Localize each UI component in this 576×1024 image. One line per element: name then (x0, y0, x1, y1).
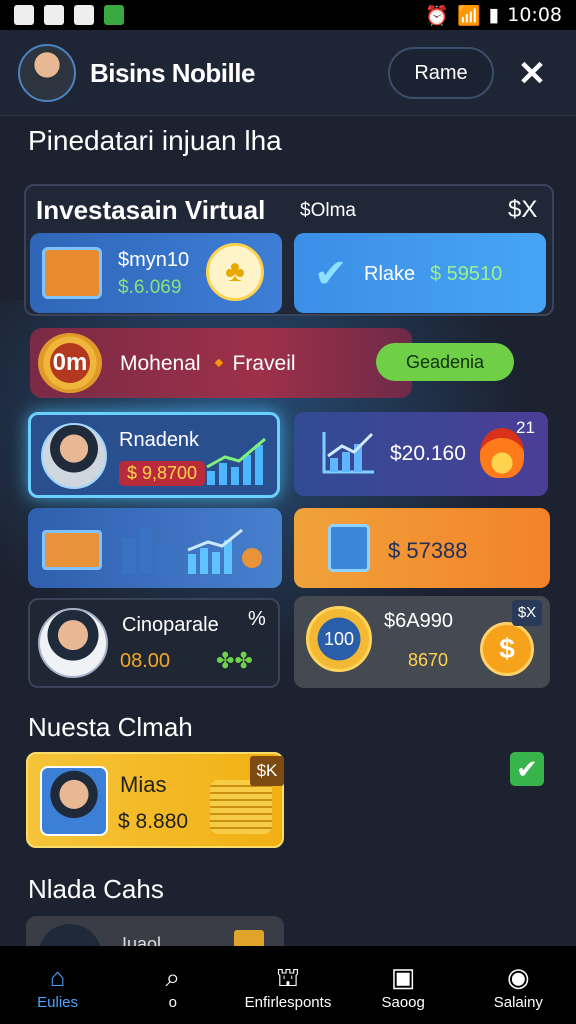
card-value: $ 59510 (430, 263, 503, 285)
investment-card-2[interactable]: ✔ Rlake $ 59510 (294, 233, 546, 313)
search-icon: ⌕ (165, 961, 181, 992)
banner-button[interactable]: Geadenia (376, 343, 514, 381)
notification-icon (14, 5, 34, 25)
home-icon: ⌂ (49, 961, 66, 992)
tile-amount: $6A990 (384, 610, 453, 632)
banner-title: Mohenal 🔸Fraveil (120, 352, 296, 375)
growth-chart-icon (206, 437, 266, 485)
panel-right-label[interactable]: $X (508, 196, 537, 224)
market-icon: ⛫ (276, 961, 300, 992)
nav-search[interactable]: ⌕ o (118, 960, 228, 1011)
nav-label: Saoog (381, 993, 425, 1011)
coin-tile[interactable]: 100 $6A990 8670 $ $X (294, 596, 550, 688)
chart-icon: ▣ (390, 961, 416, 992)
coin-icon: ♣ (206, 243, 264, 301)
card-label: Rlake (364, 263, 416, 285)
investment-card-1[interactable]: $myn10 $.6.069 ♣ (30, 233, 282, 313)
tile-amount: $ 57388 (388, 538, 468, 563)
avatar[interactable] (18, 44, 76, 102)
dollar-coin-icon: $ (480, 622, 534, 676)
avatar (38, 608, 108, 678)
mail-icon (74, 5, 94, 25)
user-tile[interactable]: Cinoparale % 08.00 ✤✤ (28, 598, 280, 688)
card-name: Mias (120, 772, 167, 797)
nav-label: o (168, 993, 177, 1011)
section-title: Nlada Cahs (28, 874, 164, 904)
bar-chart-icon (322, 432, 374, 474)
featured-card[interactable]: Mias $ 8.880 $K (26, 752, 284, 848)
card-label: $myn10 (118, 249, 190, 271)
avatar (41, 423, 107, 489)
briefcase-icon (42, 247, 102, 299)
tile-value: $ 9,8700 (119, 461, 206, 486)
wallet-icon (42, 530, 102, 570)
wifi-icon: 📶 (457, 4, 481, 27)
coin-stack-icon (210, 780, 272, 834)
image-icon (44, 5, 64, 25)
nav-label: Eulies (37, 993, 79, 1011)
panel-subtitle: $Olma (300, 200, 356, 221)
city-chart-icon (122, 528, 262, 574)
card-value: $ 8.880 (118, 810, 189, 833)
check-arrow-icon: ✔ (314, 252, 348, 296)
nav-label: Enfirlesponts (244, 993, 332, 1011)
nav-home[interactable]: ⌂ Eulies (3, 960, 113, 1011)
header-button[interactable]: Rame (388, 47, 494, 99)
tile-amount: $20.160 (390, 442, 466, 465)
tile-name: Cinoparale (122, 614, 219, 636)
document-icon (328, 524, 370, 572)
nav-stats[interactable]: ▣ Saoog (348, 960, 458, 1011)
avatar (40, 766, 108, 836)
medal-icon: 0m (38, 333, 102, 393)
status-time: 10:08 (507, 4, 562, 26)
clover-icon: ✤✤ (216, 648, 253, 673)
bottom-nav: ⌂ Eulies ⌕ o ⛫ Enfirlesponts ▣ Saoog ◉ S… (0, 946, 576, 1024)
profile-tile[interactable]: Rnadenk $ 9,8700 (28, 412, 280, 498)
coin-icon: 100 (306, 606, 372, 672)
status-bar: ⏰ 📶 ▮ 10:08 (0, 0, 576, 30)
app-header: Bisins Nobille Rame ✕ (0, 30, 576, 116)
stats-tile[interactable]: $20.160 21 (294, 412, 548, 496)
tile-badge: $X (512, 600, 542, 626)
app-title: Bisins Nobille (90, 58, 255, 88)
card-value: $.6.069 (118, 277, 182, 298)
alarm-icon: ⏰ (425, 4, 450, 27)
nav-profile[interactable]: ◉ Salainy (463, 960, 573, 1011)
battery-icon: ▮ (488, 4, 500, 26)
nav-market[interactable]: ⛫ Enfirlesponts (233, 960, 343, 1011)
section-title: Pinedatari injuan lha (28, 125, 282, 156)
panel-title: Investasain Virtual (36, 195, 266, 225)
percent-icon[interactable]: % (248, 608, 266, 631)
analytics-tile[interactable] (28, 508, 282, 588)
checkmark-icon[interactable]: ✔ (510, 752, 544, 786)
section-title: Nuesta Clmah (28, 712, 193, 742)
profile-icon: ◉ (507, 961, 530, 992)
x-close-icon[interactable]: ✕ (510, 52, 554, 96)
savings-tile[interactable]: $ 57388 (294, 508, 550, 588)
tile-badge: 21 (516, 418, 535, 437)
nav-label: Salainy (493, 993, 543, 1011)
app-icon (104, 5, 124, 25)
tile-name: Rnadenk (119, 429, 200, 451)
tile-value: 8670 (408, 650, 449, 670)
card-tag: $K (250, 756, 284, 786)
tile-value: 08.00 (120, 650, 171, 672)
